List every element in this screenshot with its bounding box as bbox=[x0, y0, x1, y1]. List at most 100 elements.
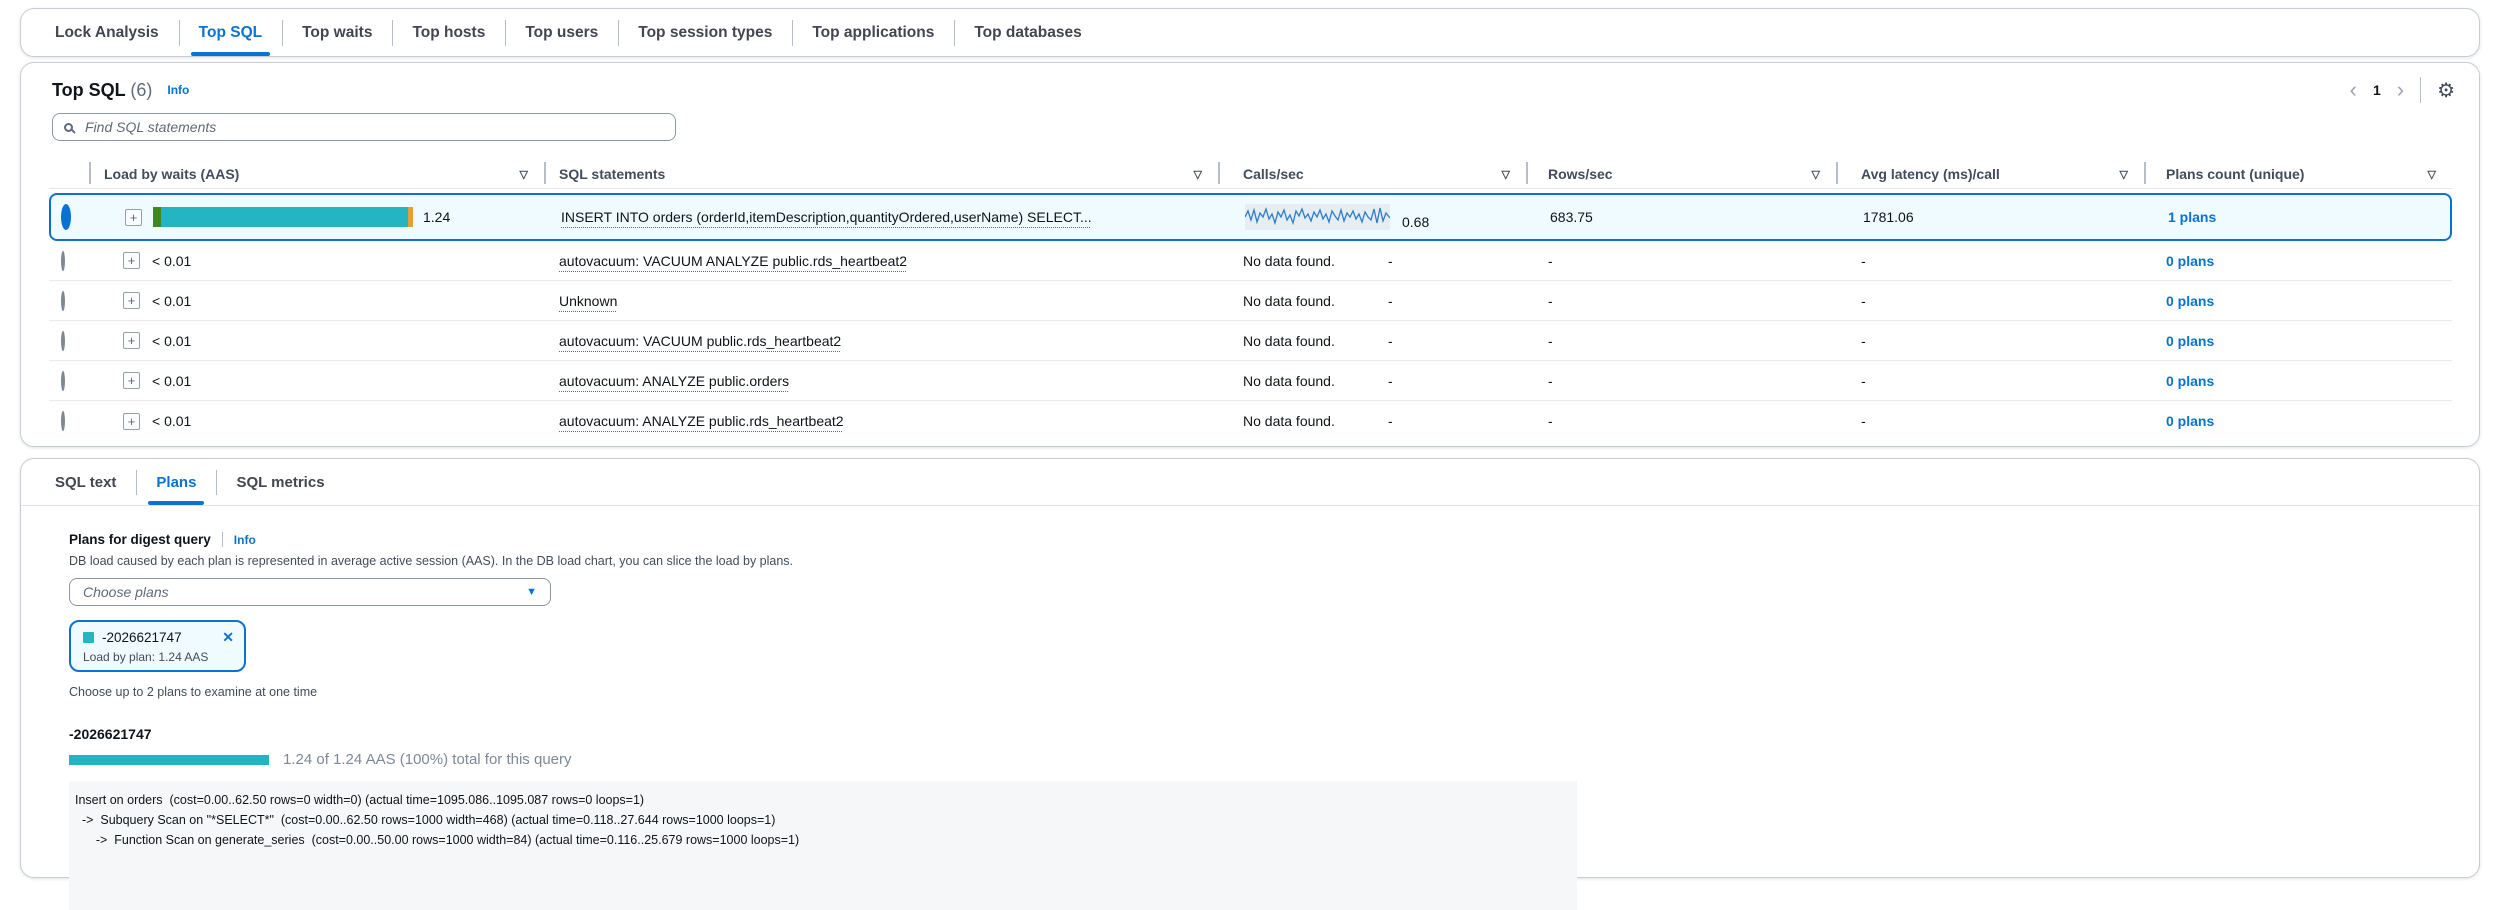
filter-icon[interactable]: ▽ bbox=[1502, 168, 1510, 181]
table-row[interactable]: + < 0.01 Unknown No data found. - - - 0 … bbox=[49, 281, 2452, 321]
load-bar-segment-teal bbox=[161, 207, 408, 227]
row-radio[interactable] bbox=[61, 331, 65, 351]
filter-icon[interactable]: ▽ bbox=[2428, 168, 2436, 181]
sql-statement-link[interactable]: autovacuum: ANALYZE public.orders bbox=[559, 373, 789, 389]
calls-no-data-text: No data found. bbox=[1243, 293, 1388, 309]
row-radio[interactable] bbox=[61, 371, 65, 391]
dropdown-placeholder: Choose plans bbox=[83, 584, 169, 600]
plans-link[interactable]: 0 plans bbox=[2166, 253, 2214, 269]
plan-line: Insert on orders (cost=0.00..62.50 rows=… bbox=[75, 790, 1577, 810]
plan-load-label: Load by plan: 1.24 AAS bbox=[83, 650, 234, 664]
row-radio[interactable] bbox=[61, 204, 71, 230]
column-header-sql[interactable]: SQL statements ▽ bbox=[544, 159, 1218, 189]
divider bbox=[2420, 77, 2421, 103]
expand-row-button[interactable]: + bbox=[123, 252, 140, 269]
table-row[interactable]: + < 0.01 autovacuum: VACUUM ANALYZE publ… bbox=[49, 241, 2452, 281]
calls-value: 0.68 bbox=[1402, 214, 1429, 230]
column-header-load[interactable]: Load by waits (AAS) ▽ bbox=[89, 159, 544, 189]
column-label: Rows/sec bbox=[1548, 166, 1613, 182]
column-label: Avg latency (ms)/call bbox=[1861, 166, 2000, 182]
settings-gear-icon[interactable]: ⚙ bbox=[2437, 78, 2455, 103]
tab-plans[interactable]: Plans bbox=[136, 459, 216, 505]
load-bar-segment-green bbox=[153, 207, 161, 227]
plans-link[interactable]: 0 plans bbox=[2166, 413, 2214, 429]
plans-link[interactable]: 1 plans bbox=[2168, 209, 2216, 225]
sql-statement-link[interactable]: autovacuum: VACUUM ANALYZE public.rds_he… bbox=[559, 253, 907, 269]
calls-value: - bbox=[1388, 373, 1393, 389]
tab-top-hosts[interactable]: Top hosts bbox=[392, 9, 505, 56]
plans-link[interactable]: 0 plans bbox=[2166, 293, 2214, 309]
filter-icon[interactable]: ▽ bbox=[1194, 168, 1202, 181]
column-header-latency[interactable]: Avg latency (ms)/call ▽ bbox=[1836, 159, 2144, 189]
load-bar bbox=[153, 207, 413, 227]
sql-detail-panel: SQL text Plans SQL metrics Plans for dig… bbox=[20, 458, 2480, 878]
filter-icon[interactable]: ▽ bbox=[2120, 168, 2128, 181]
sql-statement-link[interactable]: autovacuum: VACUUM public.rds_heartbeat2 bbox=[559, 333, 841, 349]
expand-row-button[interactable]: + bbox=[123, 413, 140, 430]
plan-color-swatch bbox=[83, 632, 94, 643]
plans-link[interactable]: 0 plans bbox=[2166, 373, 2214, 389]
plan-load-bar bbox=[69, 755, 269, 765]
column-header-calls[interactable]: Calls/sec ▽ bbox=[1218, 159, 1526, 189]
latency-value: 1781.06 bbox=[1838, 209, 2146, 225]
search-input[interactable] bbox=[83, 118, 664, 136]
expand-row-button[interactable]: + bbox=[123, 332, 140, 349]
latency-value: - bbox=[1836, 253, 2144, 269]
column-header-plans[interactable]: Plans count (unique) ▽ bbox=[2144, 159, 2452, 189]
plan-load-bar-row: 1.24 of 1.24 AAS (100%) total for this q… bbox=[69, 751, 2479, 768]
expand-row-button[interactable]: + bbox=[123, 372, 140, 389]
tab-sql-metrics[interactable]: SQL metrics bbox=[216, 459, 344, 505]
tab-top-databases[interactable]: Top databases bbox=[954, 9, 1101, 56]
current-page[interactable]: 1 bbox=[2373, 82, 2381, 98]
sql-statement-link[interactable]: INSERT INTO orders (orderId,itemDescript… bbox=[561, 209, 1092, 225]
tab-top-session-types[interactable]: Top session types bbox=[618, 9, 792, 56]
next-page-button[interactable]: › bbox=[2397, 79, 2404, 101]
calls-sparkline bbox=[1245, 204, 1390, 230]
row-radio[interactable] bbox=[61, 251, 65, 271]
plan-text-panel: Insert on orders (cost=0.00..62.50 rows=… bbox=[69, 781, 1577, 910]
filter-icon[interactable]: ▽ bbox=[520, 168, 528, 181]
sql-statement-link[interactable]: autovacuum: ANALYZE public.rds_heartbeat… bbox=[559, 413, 844, 429]
choose-plans-dropdown[interactable]: Choose plans ▼ bbox=[69, 578, 551, 606]
expand-row-button[interactable]: + bbox=[123, 292, 140, 309]
tab-sql-text[interactable]: SQL text bbox=[35, 459, 136, 505]
tab-top-applications[interactable]: Top applications bbox=[792, 9, 954, 56]
info-link[interactable]: Info bbox=[234, 533, 256, 547]
plan-id: -2026621747 bbox=[102, 630, 182, 645]
tab-top-sql[interactable]: Top SQL bbox=[179, 9, 282, 56]
tab-lock-analysis[interactable]: Lock Analysis bbox=[35, 9, 179, 56]
column-label: SQL statements bbox=[559, 166, 665, 182]
column-label: Load by waits (AAS) bbox=[104, 166, 239, 182]
previous-page-button[interactable]: ‹ bbox=[2350, 79, 2357, 101]
remove-plan-button[interactable]: ✕ bbox=[222, 629, 234, 646]
tab-top-waits[interactable]: Top waits bbox=[282, 9, 392, 56]
column-label: Calls/sec bbox=[1243, 166, 1304, 182]
filter-icon[interactable]: ▽ bbox=[1812, 168, 1820, 181]
table-row[interactable]: + < 0.01 autovacuum: ANALYZE public.rds_… bbox=[49, 401, 2452, 441]
panel-title-text: Top SQL bbox=[52, 80, 125, 100]
result-count: (6) bbox=[130, 80, 152, 100]
load-value: < 0.01 bbox=[152, 333, 191, 349]
selected-plan-chip: -2026621747 ✕ Load by plan: 1.24 AAS bbox=[69, 620, 246, 672]
table-header: Load by waits (AAS) ▽ SQL statements ▽ C… bbox=[49, 159, 2452, 189]
table-row[interactable]: + 1.24 INSERT INTO orders (orderId,itemD… bbox=[49, 193, 2452, 241]
plan-line: -> Subquery Scan on "*SELECT*" (cost=0.0… bbox=[75, 810, 1577, 830]
table-row[interactable]: + < 0.01 autovacuum: ANALYZE public.orde… bbox=[49, 361, 2452, 401]
sql-statement-link[interactable]: Unknown bbox=[559, 293, 617, 309]
sql-search-box bbox=[52, 113, 676, 141]
load-value: < 0.01 bbox=[152, 413, 191, 429]
latency-value: - bbox=[1836, 413, 2144, 429]
rows-per-sec-value: - bbox=[1526, 413, 1836, 429]
column-header-rows[interactable]: Rows/sec ▽ bbox=[1526, 159, 1836, 189]
calls-value: - bbox=[1388, 333, 1393, 349]
plans-link[interactable]: 0 plans bbox=[2166, 333, 2214, 349]
row-radio[interactable] bbox=[61, 291, 65, 311]
load-value: 1.24 bbox=[423, 209, 450, 225]
info-link[interactable]: Info bbox=[167, 83, 189, 97]
calls-no-data-text: No data found. bbox=[1243, 373, 1388, 389]
tab-top-users[interactable]: Top users bbox=[505, 9, 618, 56]
row-radio[interactable] bbox=[61, 411, 65, 431]
table-row[interactable]: + < 0.01 autovacuum: VACUUM public.rds_h… bbox=[49, 321, 2452, 361]
expand-row-button[interactable]: + bbox=[125, 209, 142, 226]
section-title: Plans for digest query bbox=[69, 532, 211, 547]
